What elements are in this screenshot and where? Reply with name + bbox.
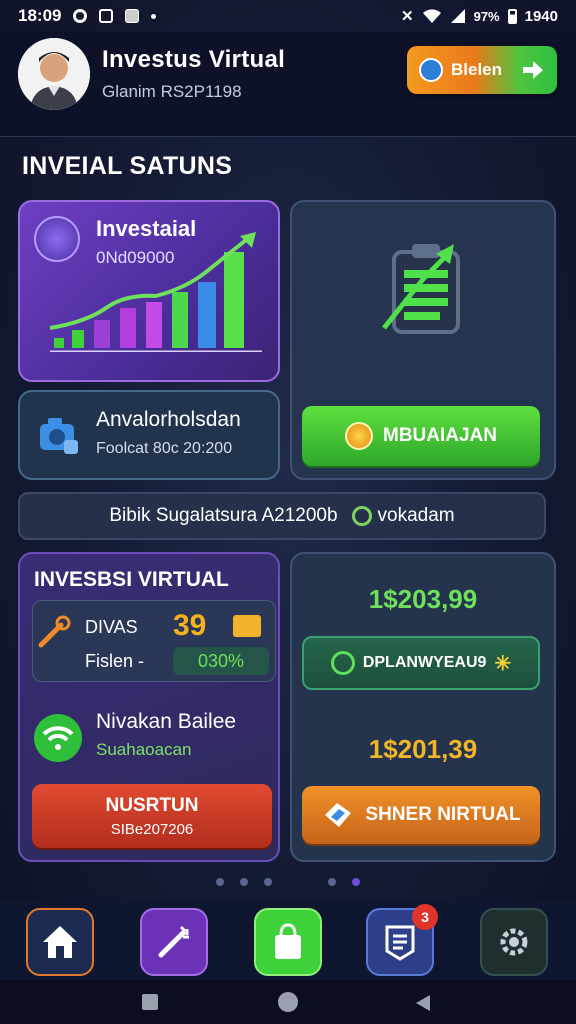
app-title: Investus Virtual [102, 46, 286, 73]
virtual-action-label: SHNER NIRTUAL [365, 804, 521, 825]
pager-dot[interactable] [328, 878, 336, 886]
avatar[interactable] [18, 38, 90, 110]
banner-action-label[interactable]: vokadam [378, 505, 455, 527]
pager-dot[interactable] [264, 878, 272, 886]
notification-badge: 3 [412, 904, 438, 930]
amount-primary: 1$203,99 [368, 584, 478, 614]
info-banner[interactable]: Bibik Sugalatsura A21200b vokadam [18, 492, 546, 540]
nav-shop[interactable] [254, 908, 322, 976]
nivakan-title: Nivakan Bailee [96, 710, 237, 733]
chat-icon [330, 651, 355, 675]
section-title: INVEIAL SATUNS [22, 152, 233, 180]
growth-chart-icon [49, 232, 262, 352]
header-action-button[interactable]: Blelen [407, 46, 557, 94]
primary-action-button[interactable]: MBUAIAJAN [302, 406, 540, 466]
divas-value-text: 39 [173, 609, 207, 642]
status-right-text: 1940 [524, 7, 558, 25]
notification-icon [73, 9, 88, 23]
battery-icon [507, 8, 517, 24]
globe-icon [419, 58, 443, 82]
back-icon[interactable] [414, 994, 432, 1012]
home-icon [43, 926, 77, 958]
avatar-image [18, 38, 90, 110]
ticket-icon [325, 803, 352, 827]
medal-icon [345, 422, 373, 450]
check-circle-icon [351, 506, 372, 526]
pager-dots [0, 878, 576, 886]
home-nav-icon[interactable] [278, 992, 298, 1012]
divas-sub-label: Fislen - [85, 651, 145, 671]
status-time: 18:09 [18, 6, 62, 25]
amount-secondary: 1$201,39 [368, 734, 478, 764]
divas-value: 39 [173, 609, 206, 643]
primary-action-label: MBUAIAJAN [383, 425, 497, 446]
nivakan-subtitle: Suahaoacan [96, 740, 192, 759]
status-signal-text: 97% [473, 8, 500, 24]
gear-icon [500, 928, 528, 956]
arrow-right-icon [523, 61, 543, 79]
signal-icon [450, 9, 465, 23]
clipboard-list-icon [385, 925, 415, 961]
divas-percent: 030% [173, 647, 269, 675]
invest-virtual-title: INVESBSI VIRTUAL [34, 568, 229, 591]
envelope-icon [233, 615, 261, 637]
wifi-icon [422, 9, 441, 23]
account-id: Glanim RS2P1198 [102, 82, 242, 101]
pager-dot[interactable] [216, 878, 224, 886]
red-action-label: NUSRTUN [105, 794, 199, 816]
dnd-icon: ✕ [401, 8, 414, 25]
divas-item[interactable]: DIVAS 39 Fislen - 030% [32, 600, 276, 682]
investment-card[interactable]: Investaial 0Nd09000 [18, 200, 280, 382]
wrench-icon [38, 615, 71, 648]
analytics-card[interactable]: Anvalorholsdan Foolcat 80c 20:200 [18, 390, 280, 480]
secondary-green-button[interactable]: DPLANWYEAU9 ✳ [302, 636, 540, 690]
recents-icon[interactable] [142, 994, 158, 1010]
analytics-card-subtitle: Foolcat 80c 20:200 [96, 440, 233, 457]
app-notification-icon [99, 9, 114, 23]
sparkle-icon: ✳ [494, 652, 512, 675]
red-action-button[interactable]: NUSRTUN SIBe207206 [32, 784, 272, 848]
status-bar: 18:09 ✕ 97% 1940 [0, 0, 576, 32]
red-action-sub-label: SIBe207206 [110, 820, 194, 838]
pager-dot-active[interactable] [352, 878, 360, 886]
divas-label: DIVAS [85, 617, 138, 637]
analytics-card-title: Anvalorholsdan [96, 408, 241, 431]
virtual-action-button[interactable]: SHNER NIRTUAL [302, 786, 540, 844]
banner-text: Bibik Sugalatsura A21200b [109, 505, 338, 526]
notification-badge-count: 3 [421, 909, 429, 925]
nav-tools[interactable] [140, 908, 208, 976]
magic-wand-icon [158, 925, 189, 958]
shopping-bag-icon [275, 923, 301, 959]
header-action-label: Blelen [451, 60, 503, 79]
nav-settings[interactable] [480, 908, 548, 976]
more-dot-icon [151, 13, 157, 19]
secondary-green-label: DPLANWYEAU9 [362, 654, 487, 671]
nav-home[interactable] [26, 908, 94, 976]
gallery-icon [125, 9, 140, 23]
wifi-badge-icon [34, 714, 82, 762]
pager-dot[interactable] [240, 878, 248, 886]
camera-icon [40, 418, 78, 454]
clipboard-icon [382, 244, 460, 334]
